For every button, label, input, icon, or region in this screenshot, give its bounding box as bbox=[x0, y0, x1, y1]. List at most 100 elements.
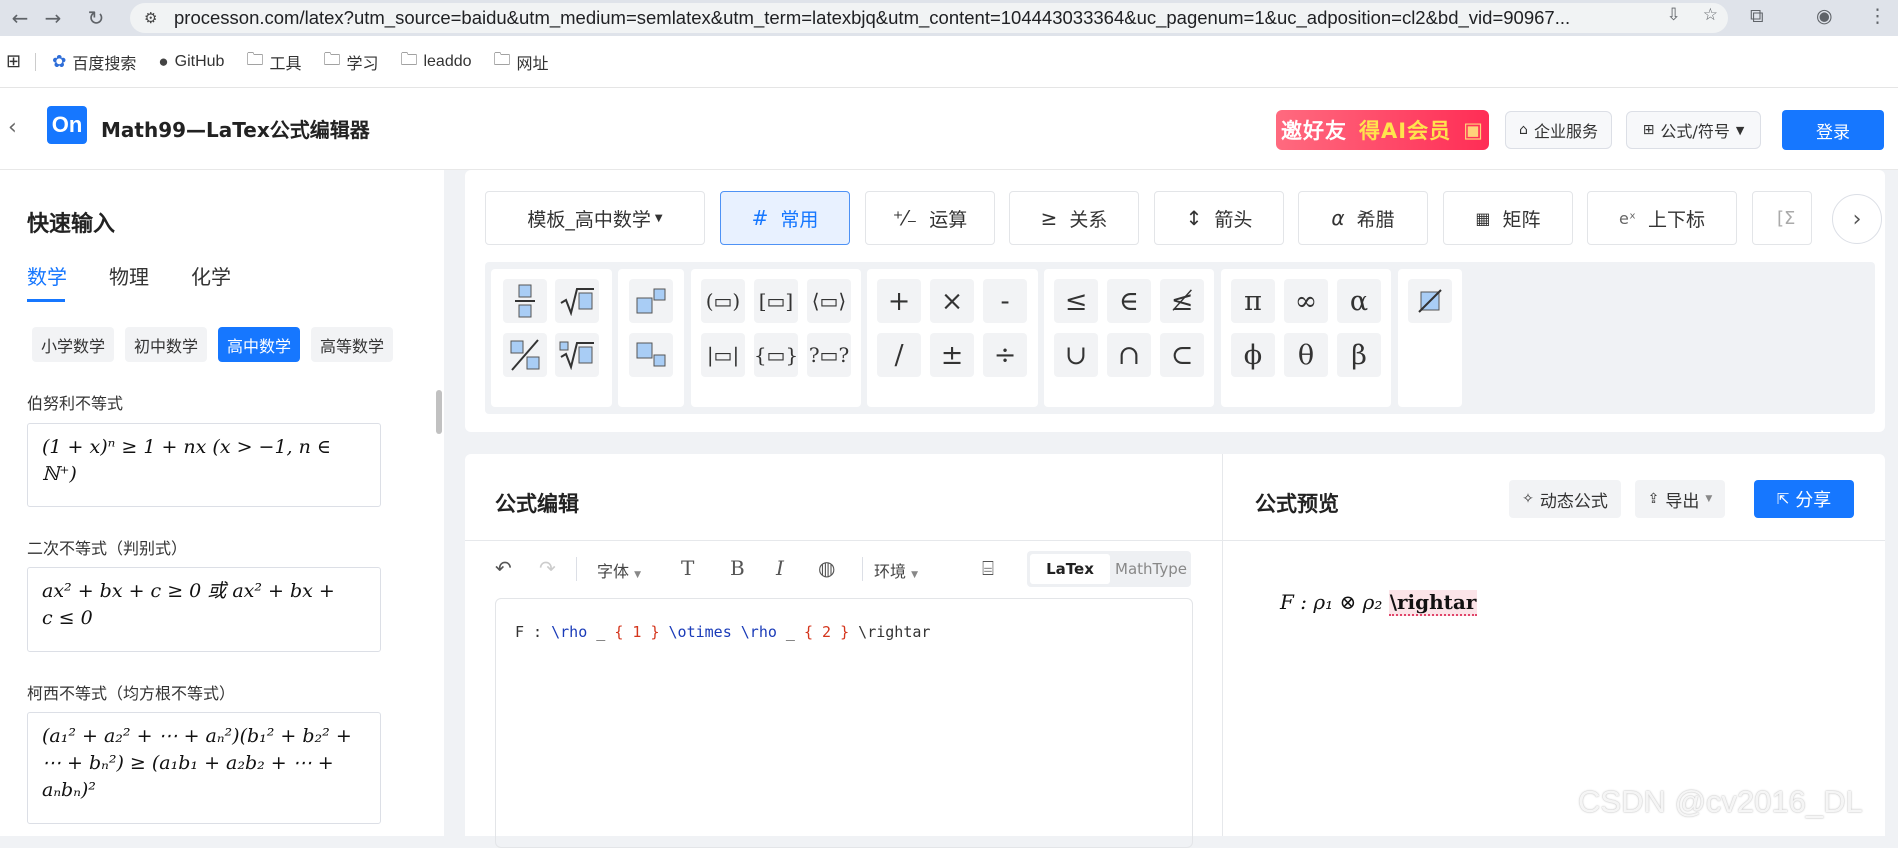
tab-chemistry[interactable]: 化学 bbox=[191, 261, 231, 302]
category-label: 箭头 bbox=[1214, 208, 1253, 231]
text-icon[interactable]: T bbox=[681, 556, 694, 580]
install-app-icon[interactable]: ⇩ bbox=[1667, 5, 1681, 25]
share-label: 分享 bbox=[1795, 490, 1832, 511]
plus-minus-symbol[interactable]: ± bbox=[930, 333, 974, 377]
address-bar[interactable]: ⚙ processon.com/latex?utm_source=baidu&u… bbox=[130, 3, 1728, 33]
app-logo[interactable]: On bbox=[47, 106, 87, 144]
bookmark-folder-sites[interactable]: 🗀 网址 bbox=[494, 47, 549, 76]
category-greek[interactable]: α 希腊 bbox=[1298, 191, 1428, 245]
curly-braces-symbol[interactable]: {▭} bbox=[754, 333, 798, 377]
tab-physics[interactable]: 物理 bbox=[109, 261, 149, 302]
site-info-icon[interactable]: ⚙ bbox=[144, 9, 157, 27]
angle-brackets-symbol[interactable]: ⟨▭⟩ bbox=[807, 279, 851, 323]
formula-symbols-dropdown[interactable]: ⊞ 公式/符号 ▼ bbox=[1626, 111, 1761, 149]
union-symbol[interactable]: ∪ bbox=[1054, 333, 1098, 377]
category-sum[interactable]: [Σ bbox=[1752, 191, 1812, 245]
square-brackets-symbol[interactable]: [▭] bbox=[754, 279, 798, 323]
category-matrix[interactable]: ▦ 矩阵 bbox=[1443, 191, 1573, 245]
formula-preview: F : ρ₁ ⊗ ρ₂ \rightar bbox=[1280, 590, 1478, 616]
back-arrow-icon[interactable]: ← bbox=[8, 6, 32, 30]
share-button[interactable]: ⇱ 分享 bbox=[1754, 480, 1854, 518]
custom-delimiter-symbol[interactable]: ?▭? bbox=[807, 333, 851, 377]
category-operations[interactable]: ⁺⁄₋ 运算 bbox=[865, 191, 995, 245]
code-command: \rho bbox=[551, 623, 588, 641]
bookmark-folder-leaddo[interactable]: 🗀 leaddo bbox=[400, 47, 471, 76]
bookmark-baidu[interactable]: ✿ 百度搜索 bbox=[52, 50, 136, 74]
nth-root-symbol[interactable] bbox=[555, 333, 599, 377]
formula-card[interactable]: (1 + x)ⁿ ≥ 1 + nx (x > −1, n ∈ ℕ⁺) bbox=[27, 423, 381, 507]
level-chips: 小学数学 初中数学 高中数学 高等数学 bbox=[32, 327, 394, 362]
category-relations[interactable]: ≥ 关系 bbox=[1009, 191, 1139, 245]
times-symbol[interactable]: × bbox=[930, 279, 974, 323]
chip-high-math[interactable]: 高中数学 bbox=[218, 327, 301, 362]
url-text: processon.com/latex?utm_source=baidu&utm… bbox=[174, 7, 1571, 28]
divide-slash-symbol[interactable]: / bbox=[877, 333, 921, 377]
bookmark-folder-tools[interactable]: 🗀 工具 bbox=[246, 47, 301, 76]
leq-symbol[interactable]: ≤ bbox=[1054, 279, 1098, 323]
category-scripts[interactable]: eˣ 上下标 bbox=[1587, 191, 1737, 245]
slash-fraction-symbol[interactable] bbox=[503, 333, 547, 377]
minus-symbol[interactable]: - bbox=[983, 279, 1027, 323]
chip-advanced-math[interactable]: 高等数学 bbox=[311, 327, 394, 362]
promo-highlight: 得AI会员 bbox=[1359, 119, 1452, 143]
export-dropdown[interactable]: ⇪ 导出 ▼ bbox=[1635, 480, 1725, 518]
template-dropdown[interactable]: 模板_高中数学 ▼ bbox=[485, 191, 705, 245]
infinity-symbol[interactable]: ∞ bbox=[1284, 279, 1328, 323]
subset-symbol[interactable]: ⊂ bbox=[1160, 333, 1204, 377]
italic-icon[interactable]: I bbox=[776, 556, 784, 580]
category-arrows[interactable]: ↕ 箭头 bbox=[1154, 191, 1284, 245]
pi-symbol[interactable]: π bbox=[1231, 279, 1275, 323]
tab-math[interactable]: 数学 bbox=[27, 261, 67, 302]
invite-promo-banner[interactable]: 邀好友 得AI会员 ▣ bbox=[1276, 110, 1489, 150]
fraction-symbol[interactable] bbox=[503, 279, 547, 323]
division-symbol[interactable]: ÷ bbox=[983, 333, 1027, 377]
nleq-symbol[interactable]: ≰ bbox=[1160, 279, 1204, 323]
bookmark-github[interactable]: ● GitHub bbox=[158, 52, 224, 72]
mode-latex[interactable]: LaTex bbox=[1030, 554, 1110, 584]
code-command: \otimes bbox=[668, 623, 732, 641]
symbol-palette: (▭) [▭] ⟨▭⟩ |▭| {▭} ?▭? + × - / ± ÷ ≤ ∈ … bbox=[485, 262, 1875, 414]
formula-card[interactable]: (a₁² + a₂² + ⋯ + aₙ²)(b₁² + b₂² + ⋯ + bₙ… bbox=[27, 712, 381, 824]
login-button[interactable]: 登录 bbox=[1782, 110, 1884, 150]
redo-icon[interactable]: ↷ bbox=[539, 556, 556, 580]
theta-symbol[interactable]: θ bbox=[1284, 333, 1328, 377]
menu-dots-icon[interactable]: ⋮ bbox=[1868, 5, 1887, 27]
profile-icon[interactable]: ◉ bbox=[1816, 5, 1833, 27]
latex-input[interactable]: F : \rho _ { 1 } \otimes \rho _ { 2 } \r… bbox=[495, 598, 1193, 848]
mode-mathtype[interactable]: MathType bbox=[1113, 554, 1189, 584]
intersection-symbol[interactable]: ∩ bbox=[1107, 333, 1151, 377]
palette-icon[interactable]: ◍ bbox=[818, 556, 835, 580]
font-dropdown[interactable]: 字体 ▼ bbox=[597, 558, 641, 582]
beta-symbol[interactable]: β bbox=[1337, 333, 1381, 377]
parentheses-symbol[interactable]: (▭) bbox=[701, 279, 745, 323]
bookmark-star-icon[interactable]: ☆ bbox=[1703, 5, 1718, 25]
undo-icon[interactable]: ↶ bbox=[495, 556, 512, 580]
environment-dropdown[interactable]: 环境 ▼ bbox=[874, 558, 918, 582]
category-common[interactable]: # 常用 bbox=[720, 191, 850, 245]
enterprise-button[interactable]: ⌂ 企业服务 bbox=[1505, 111, 1612, 149]
chevron-right-icon[interactable]: › bbox=[1832, 194, 1882, 244]
preview-math-text: F : ρ₁ ⊗ ρ₂ bbox=[1280, 590, 1389, 614]
sqrt-symbol[interactable] bbox=[555, 279, 599, 323]
forward-arrow-icon[interactable]: → bbox=[41, 6, 65, 30]
superscript-symbol[interactable] bbox=[629, 279, 673, 323]
phi-symbol[interactable]: ϕ bbox=[1231, 333, 1275, 377]
bookmark-folder-study[interactable]: 🗀 学习 bbox=[323, 47, 378, 76]
clear-basket-icon[interactable]: ⌸ bbox=[982, 556, 994, 580]
cancel-symbol[interactable] bbox=[1408, 279, 1452, 323]
dynamic-formula-button[interactable]: ✧ 动态公式 bbox=[1509, 480, 1621, 518]
chevron-left-icon[interactable]: ‹ bbox=[8, 115, 17, 140]
reload-icon[interactable]: ↻ bbox=[84, 6, 108, 30]
chip-primary-math[interactable]: 小学数学 bbox=[32, 327, 115, 362]
sidebar-scrollbar[interactable] bbox=[436, 390, 442, 434]
plus-symbol[interactable]: + bbox=[877, 279, 921, 323]
apps-grid-icon[interactable]: ⊞ bbox=[6, 51, 21, 72]
bold-icon[interactable]: B bbox=[730, 556, 745, 580]
in-symbol[interactable]: ∈ bbox=[1107, 279, 1151, 323]
abs-bars-symbol[interactable]: |▭| bbox=[701, 333, 745, 377]
formula-card[interactable]: ax² + bx + c ≥ 0 或 ax² + bx + c ≤ 0 bbox=[27, 567, 381, 652]
extensions-icon[interactable]: ⧉ bbox=[1750, 5, 1764, 27]
subscript-symbol[interactable] bbox=[629, 333, 673, 377]
chip-middle-math[interactable]: 初中数学 bbox=[125, 327, 208, 362]
alpha-symbol[interactable]: α bbox=[1337, 279, 1381, 323]
